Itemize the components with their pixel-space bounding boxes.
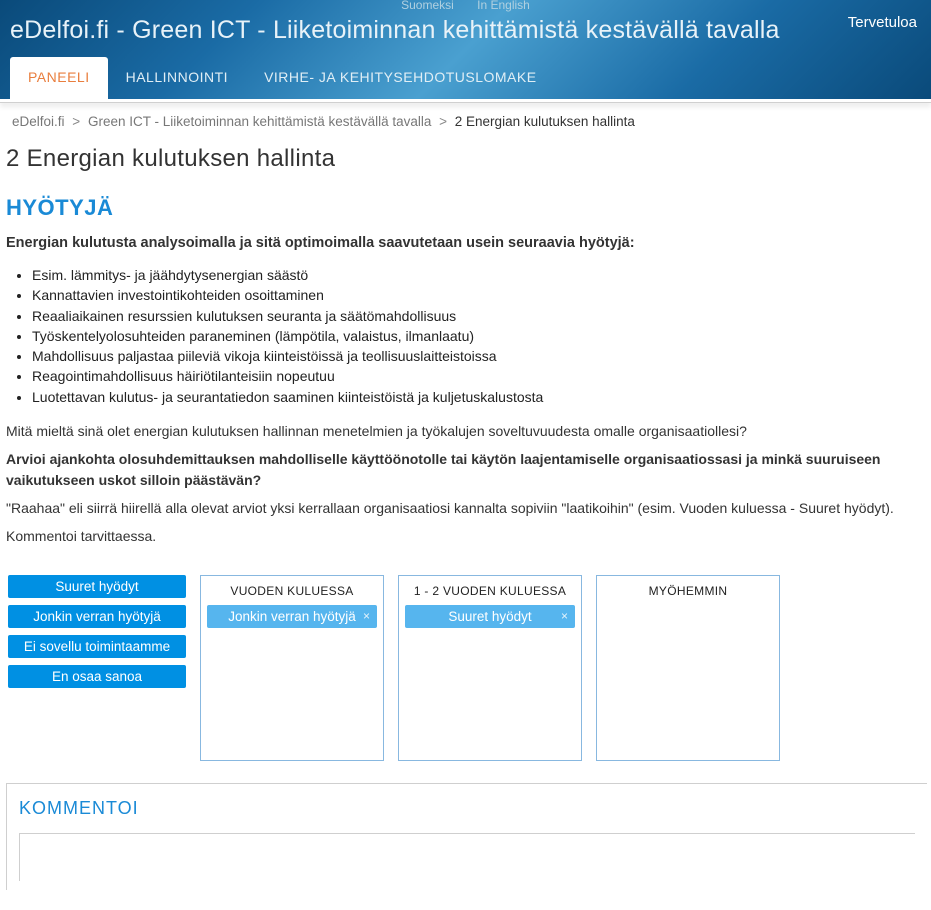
- instruction-drag: "Raahaa" eli siirrä hiirellä alla olevat…: [6, 498, 925, 518]
- breadcrumb-home[interactable]: eDelfoi.fi: [12, 114, 65, 129]
- list-item: Esim. lämmitys- ja jäähdytysenergian sää…: [32, 265, 927, 285]
- drop-col-myohemmin[interactable]: MYÖHEMMIN: [596, 575, 780, 761]
- content: 2 Energian kulutuksen hallinta HYÖTYJÄ E…: [0, 145, 931, 910]
- drop-col-title: VUODEN KULUESSA: [207, 584, 377, 598]
- tab-hallinnointi[interactable]: HALLINNOINTI: [108, 57, 246, 99]
- welcome-label: Tervetuloa: [848, 14, 917, 31]
- section-heading: HYÖTYJÄ: [6, 195, 927, 221]
- drop-col-vuoden-kuluessa[interactable]: VUODEN KULUESSA Jonkin verran hyötyjä ×: [200, 575, 384, 761]
- source-column: Suuret hyödyt Jonkin verran hyötyjä Ei s…: [8, 575, 186, 761]
- chip-en-osaa-sanoa[interactable]: En osaa sanoa: [8, 665, 186, 688]
- site-title: eDelfoi.fi - Green ICT - Liiketoiminnan …: [0, 10, 931, 57]
- benefits-list: Esim. lämmitys- ja jäähdytysenergian sää…: [32, 265, 927, 407]
- drag-board: Suuret hyödyt Jonkin verran hyötyjä Ei s…: [8, 575, 927, 761]
- header: Suomeksi In English Tervetuloa eDelfoi.f…: [0, 0, 931, 99]
- question-1: Mitä mieltä sinä olet energian kulutukse…: [6, 421, 925, 441]
- breadcrumb-sep: >: [439, 114, 447, 129]
- comment-section: KOMMENTOI: [6, 783, 927, 890]
- tab-paneeli[interactable]: PANEELI: [10, 57, 108, 99]
- nav-tabs: PANEELI HALLINNOINTI VIRHE- JA KEHITYSEH…: [0, 57, 931, 99]
- chip-ei-sovellu[interactable]: Ei sovellu toimintaamme: [8, 635, 186, 658]
- breadcrumb-sep: >: [72, 114, 80, 129]
- question-2: Arvioi ajankohta olosuhdemittauksen mahd…: [6, 449, 925, 490]
- dropped-chip[interactable]: Suuret hyödyt ×: [405, 605, 575, 628]
- page-title: 2 Energian kulutuksen hallinta: [6, 145, 927, 173]
- comment-title: KOMMENTOI: [19, 798, 915, 819]
- breadcrumb-current: 2 Energian kulutuksen hallinta: [455, 114, 635, 129]
- list-item: Reaaliaikainen resurssien kulutuksen seu…: [32, 306, 927, 326]
- chip-label: Suuret hyödyt: [448, 609, 531, 624]
- list-item: Reagointimahdollisuus häiriötilanteisiin…: [32, 366, 927, 386]
- list-item: Kannattavien investointikohteiden osoitt…: [32, 285, 927, 305]
- list-item: Luotettavan kulutus- ja seurantatiedon s…: [32, 387, 927, 407]
- intro-text: Energian kulutusta analysoimalla ja sitä…: [6, 235, 927, 251]
- breadcrumb-project[interactable]: Green ICT - Liiketoiminnan kehittämistä …: [88, 114, 431, 129]
- drop-col-1-2-vuoden[interactable]: 1 - 2 VUODEN KULUESSA Suuret hyödyt ×: [398, 575, 582, 761]
- breadcrumb: eDelfoi.fi > Green ICT - Liiketoiminnan …: [0, 103, 931, 139]
- chip-jonkin-verran[interactable]: Jonkin verran hyötyjä: [8, 605, 186, 628]
- dropped-chip[interactable]: Jonkin verran hyötyjä ×: [207, 605, 377, 628]
- chip-suuret-hyodyt[interactable]: Suuret hyödyt: [8, 575, 186, 598]
- lang-en-link[interactable]: In English: [477, 0, 530, 12]
- close-icon[interactable]: ×: [561, 609, 568, 623]
- list-item: Työskentelyolosuhteiden paraneminen (läm…: [32, 326, 927, 346]
- lang-fi-link[interactable]: Suomeksi: [401, 0, 454, 12]
- tab-virhe[interactable]: VIRHE- JA KEHITYSEHDOTUSLOMAKE: [246, 57, 555, 99]
- comment-textarea[interactable]: [19, 833, 915, 881]
- drop-col-title: MYÖHEMMIN: [603, 584, 773, 598]
- chip-label: Jonkin verran hyötyjä: [228, 609, 356, 624]
- instruction-comment: Kommentoi tarvittaessa.: [6, 526, 925, 546]
- drop-col-title: 1 - 2 VUODEN KULUESSA: [405, 584, 575, 598]
- list-item: Mahdollisuus paljastaa piileviä vikoja k…: [32, 346, 927, 366]
- lang-bar: Suomeksi In English: [0, 0, 931, 6]
- close-icon[interactable]: ×: [363, 609, 370, 623]
